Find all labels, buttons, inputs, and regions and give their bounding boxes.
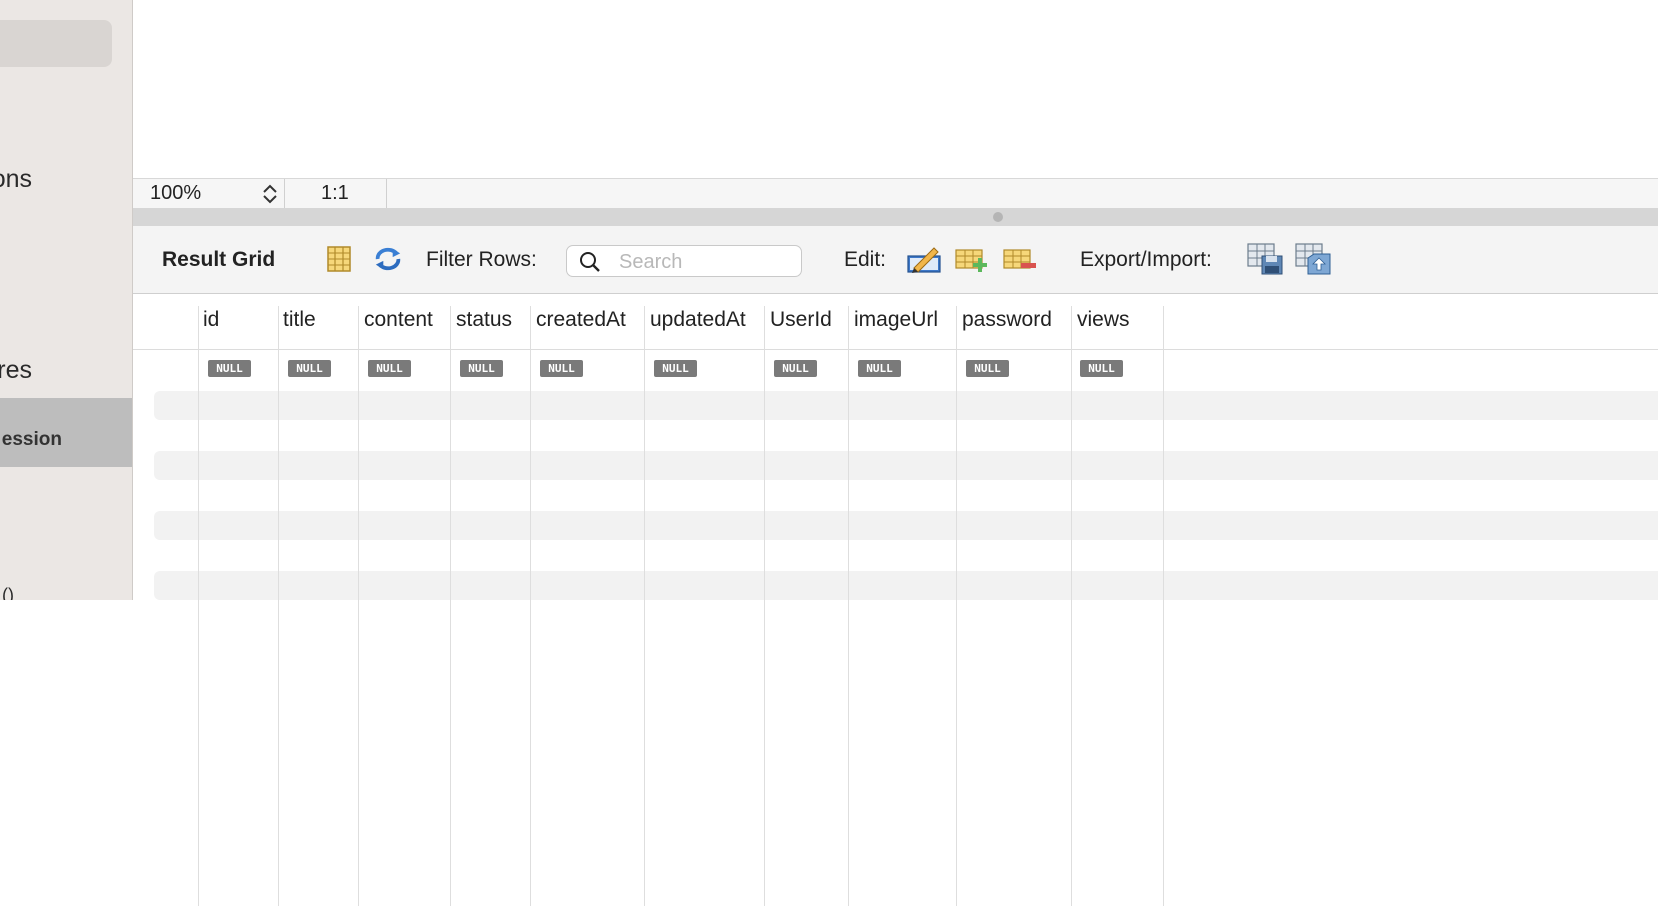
table-row[interactable] bbox=[154, 571, 1658, 600]
column-divider bbox=[450, 306, 451, 906]
search-input[interactable] bbox=[617, 249, 796, 275]
cursor-position: 1:1 bbox=[321, 182, 349, 204]
sidebar-selected-label: ession bbox=[1, 429, 62, 450]
export-import-label: Export/Import: bbox=[1080, 248, 1212, 271]
sidebar-item-label[interactable]: ons bbox=[0, 165, 32, 194]
table-row[interactable] bbox=[154, 451, 1658, 480]
zoom-stepper-icon[interactable] bbox=[260, 181, 280, 207]
null-cell[interactable]: NULL bbox=[966, 360, 1009, 377]
null-cell[interactable]: NULL bbox=[774, 360, 817, 377]
divider bbox=[386, 179, 387, 208]
column-header-imageurl[interactable]: imageUrl bbox=[854, 308, 938, 332]
result-toolbar: Result Grid Filter Rows: Edit: bbox=[133, 226, 1658, 294]
export-icon[interactable] bbox=[1246, 243, 1284, 275]
column-divider bbox=[764, 306, 765, 906]
column-header-content[interactable]: content bbox=[364, 308, 433, 332]
sidebar-search-pill[interactable] bbox=[0, 20, 112, 67]
result-grid-title: Result Grid bbox=[162, 248, 276, 271]
sidebar-item-label: () bbox=[2, 585, 14, 600]
column-header-views[interactable]: views bbox=[1077, 308, 1130, 332]
null-cell[interactable]: NULL bbox=[858, 360, 901, 377]
column-divider bbox=[278, 306, 279, 906]
table-row[interactable]: NULL NULL NULL NULL NULL NULL NULL NULL … bbox=[133, 349, 1658, 381]
zoom-level: 100% bbox=[150, 182, 202, 204]
editor-statusbar: 100% 1:1 bbox=[133, 178, 1658, 209]
column-divider bbox=[848, 306, 849, 906]
column-divider bbox=[358, 306, 359, 906]
sidebar: ons ures ession () bbox=[0, 0, 133, 600]
column-header-title[interactable]: title bbox=[283, 308, 316, 332]
import-icon[interactable] bbox=[1294, 243, 1332, 275]
null-cell[interactable]: NULL bbox=[540, 360, 583, 377]
column-header-createdat[interactable]: createdAt bbox=[536, 308, 626, 332]
grid-header: id title content status createdAt update… bbox=[133, 294, 1658, 350]
column-divider bbox=[644, 306, 645, 906]
delete-row-icon[interactable] bbox=[1002, 244, 1038, 274]
column-divider bbox=[1071, 306, 1072, 906]
column-divider bbox=[956, 306, 957, 906]
filter-rows-label: Filter Rows: bbox=[426, 248, 537, 271]
sidebar-item-label[interactable]: ures bbox=[0, 356, 32, 385]
filter-rows-search[interactable] bbox=[566, 245, 802, 277]
refresh-icon[interactable] bbox=[373, 244, 403, 274]
table-row[interactable] bbox=[154, 511, 1658, 540]
result-grid[interactable]: id title content status createdAt update… bbox=[133, 294, 1658, 906]
query-editor[interactable] bbox=[133, 0, 1658, 178]
null-cell[interactable]: NULL bbox=[654, 360, 697, 377]
null-cell[interactable]: NULL bbox=[368, 360, 411, 377]
add-row-icon[interactable] bbox=[954, 244, 990, 274]
table-row[interactable] bbox=[154, 391, 1658, 420]
column-divider bbox=[198, 306, 199, 906]
edit-label: Edit: bbox=[844, 248, 887, 271]
null-cell[interactable]: NULL bbox=[1080, 360, 1123, 377]
column-header-updatedat[interactable]: updatedAt bbox=[650, 308, 746, 332]
splitter-handle-icon[interactable] bbox=[993, 212, 1003, 222]
column-divider bbox=[530, 306, 531, 906]
column-header-userid[interactable]: UserId bbox=[770, 308, 832, 332]
column-toggle-icon[interactable] bbox=[324, 244, 354, 274]
search-icon bbox=[579, 251, 601, 273]
column-header-password[interactable]: password bbox=[962, 308, 1052, 332]
null-cell[interactable]: NULL bbox=[208, 360, 251, 377]
panel-splitter[interactable] bbox=[133, 208, 1658, 226]
null-cell[interactable]: NULL bbox=[288, 360, 331, 377]
column-divider bbox=[1163, 306, 1164, 906]
column-header-id[interactable]: id bbox=[203, 308, 219, 332]
column-header-status[interactable]: status bbox=[456, 308, 512, 332]
null-cell[interactable]: NULL bbox=[460, 360, 503, 377]
divider bbox=[284, 179, 285, 208]
edit-row-icon[interactable] bbox=[906, 244, 942, 274]
